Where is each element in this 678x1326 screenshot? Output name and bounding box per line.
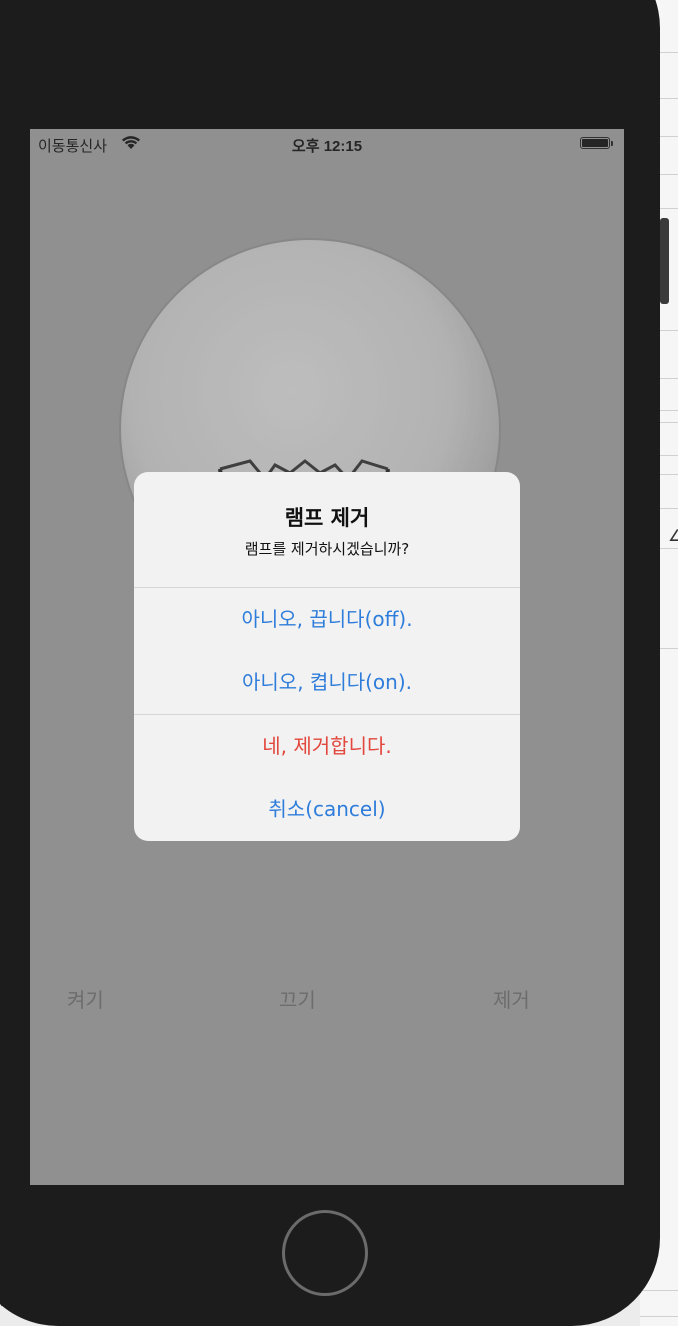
alert-action-turn-on[interactable]: 아니오, 켭니다(on).: [134, 651, 520, 714]
app-screen: 이동통신사 오후 12:15 켜기 끄기 제거 램프 제거 램프를 제거하시겠습…: [30, 129, 624, 1185]
alert-action-remove[interactable]: 네, 제거합니다.: [134, 715, 520, 778]
alert-action-cancel[interactable]: 취소(cancel): [134, 778, 520, 840]
alert-message: 램프를 제거하시겠습니까?: [244, 540, 410, 558]
alert-title: 램프 제거: [284, 506, 370, 530]
remove-lamp-alert: 램프 제거 램프를 제거하시겠습니까? 아니오, 끕니다(off). 아니오, …: [134, 472, 520, 841]
alert-action-turn-off[interactable]: 아니오, 끕니다(off).: [134, 588, 520, 651]
editor-scrollbar[interactable]: [660, 218, 669, 304]
alert-header: 램프 제거 램프를 제거하시겠습니까?: [134, 472, 520, 587]
edge-glyph: ∠: [668, 526, 678, 545]
home-button[interactable]: [282, 1210, 368, 1296]
